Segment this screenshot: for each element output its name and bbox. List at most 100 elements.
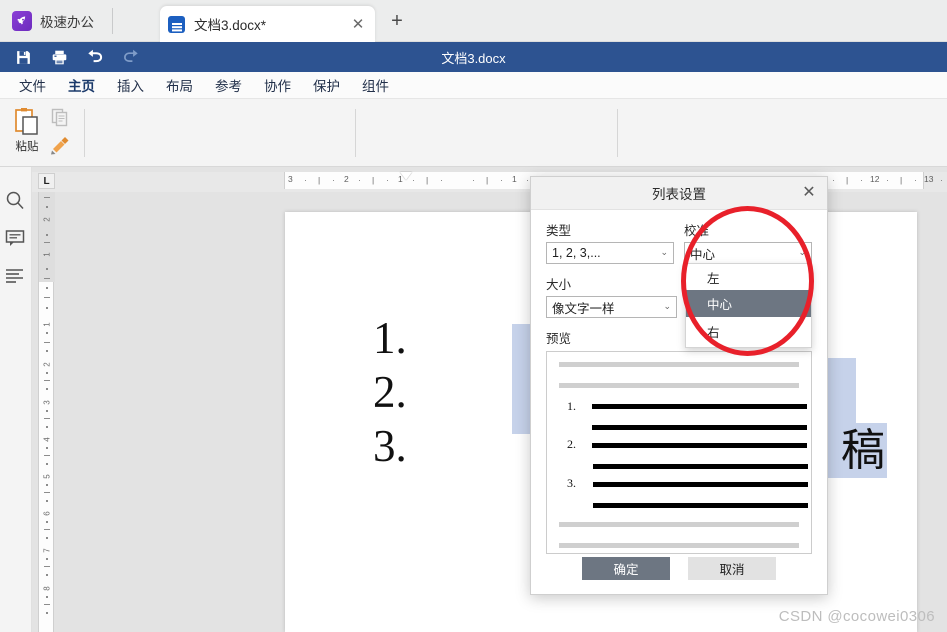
paste-button[interactable]: 粘贴 (8, 105, 46, 161)
menu-item-reference[interactable]: 参考 (204, 72, 253, 98)
document-tab-title: 文档3.docx* (194, 18, 267, 33)
cancel-button[interactable]: 取消 (688, 557, 776, 580)
selected-character[interactable]: 稿 (828, 423, 887, 478)
size-select[interactable]: 像文字一样 ⌄ (546, 296, 677, 318)
vruler-label-1b: 1 (42, 322, 52, 327)
preview-number-1: 1. (567, 399, 576, 413)
list-preview: 1. 2. 3. (546, 351, 812, 554)
ribbon-separator-1 (84, 109, 85, 157)
format-painter-button[interactable] (50, 135, 76, 159)
menu-item-insert[interactable]: 插入 (106, 72, 155, 98)
align-dropdown-list[interactable]: 左 中心 右 (685, 263, 812, 348)
vertical-ruler[interactable]: 2 1 1 2 3 4 5 6 7 8 (38, 192, 55, 632)
close-icon[interactable]: ✕ (799, 183, 819, 203)
chevron-down-icon: ⌄ (660, 247, 668, 257)
paste-icon (14, 107, 40, 137)
vruler-label-6: 6 (42, 511, 52, 516)
preview-number-2: 2. (567, 437, 576, 451)
outline-icon[interactable] (5, 266, 27, 288)
brand-label: 极速办公 (40, 15, 94, 30)
dialog-row-type-align: 类型 1, 2, 3,... ⌄ 校准 中心 ⌄ (546, 220, 812, 264)
ruler-label-2L: 2 (344, 174, 349, 184)
ribbon-separator-4 (355, 109, 356, 157)
tabstrip-divider (112, 8, 113, 34)
tab-stop-selector[interactable]: L (38, 173, 55, 189)
vruler-label-2: 2 (42, 217, 52, 222)
align-option-left[interactable]: 左 (686, 264, 811, 290)
ruler-label-13: 13 (924, 174, 934, 184)
brand-area: 极速办公 (12, 10, 94, 32)
first-line-indent-marker[interactable] (400, 172, 412, 180)
document-tab[interactable]: 文档3.docx* ✕ (160, 6, 375, 42)
chevron-down-icon: ⌄ (798, 247, 806, 257)
dialog-title: 列表设置 (652, 187, 706, 202)
menu-item-collab[interactable]: 协作 (253, 72, 302, 98)
vruler-label-2b: 2 (42, 362, 52, 367)
preview-black-line (593, 503, 808, 508)
print-icon[interactable] (42, 43, 76, 71)
left-tool-rail (0, 167, 32, 632)
preview-grey-line (559, 522, 799, 527)
vruler-label-5: 5 (42, 474, 52, 479)
size-value: 像文字一样 (552, 301, 615, 316)
align-value: 中心 (690, 247, 716, 262)
ribbon-separator-7 (617, 109, 618, 157)
type-select[interactable]: 1, 2, 3,... ⌄ (546, 242, 674, 264)
vruler-label-1: 1 (42, 252, 52, 257)
dialog-header: 列表设置 ✕ (531, 177, 827, 210)
preview-group: 预览 1. 2. 3. (546, 328, 812, 554)
type-value: 1, 2, 3,... (552, 246, 601, 260)
paste-label: 粘贴 (15, 141, 39, 153)
align-option-right[interactable]: 右 (686, 317, 811, 345)
menu-item-component[interactable]: 组件 (351, 72, 400, 98)
dialog-footer: 确定 取消 (531, 557, 827, 580)
list-number-1: 1. (373, 313, 407, 363)
list-number-3: 3. (373, 421, 407, 471)
preview-grey-line (559, 383, 799, 388)
new-tab-button[interactable]: + (385, 10, 409, 34)
vruler-label-3: 3 (42, 400, 52, 405)
menu-bar: 文件 主页 插入 布局 参考 协作 保护 组件 (0, 72, 947, 103)
close-icon[interactable]: ✕ (349, 15, 367, 33)
selection-block-upper[interactable] (828, 358, 856, 423)
menu-item-protect[interactable]: 保护 (302, 72, 351, 98)
align-field-group: 校准 中心 ⌄ (684, 220, 812, 264)
chevron-down-icon: ⌄ (663, 301, 671, 311)
document-icon (168, 15, 185, 33)
type-label: 类型 (546, 224, 572, 238)
preview-grey-line (559, 543, 799, 548)
align-option-center[interactable]: 中心 (686, 290, 811, 317)
quick-access-toolbar (6, 43, 148, 71)
search-icon[interactable] (5, 190, 27, 212)
preview-black-line (592, 404, 807, 409)
comment-icon[interactable] (5, 228, 27, 250)
preview-black-line (593, 482, 808, 487)
ruler-label-12: 12 (870, 174, 880, 184)
vruler-label-7: 7 (42, 548, 52, 553)
preview-black-line (592, 425, 807, 430)
ok-button[interactable]: 确定 (582, 557, 670, 580)
preview-black-line (592, 443, 807, 448)
preview-number-3: 3. (567, 476, 576, 490)
menu-item-layout[interactable]: 布局 (155, 72, 204, 98)
list-settings-dialog: 列表设置 ✕ 类型 1, 2, 3,... ⌄ 校准 中心 ⌄ 大小 像文字一样… (530, 176, 828, 595)
watermark-text: CSDN @cocowei0306 (778, 608, 935, 625)
title-bar: 文档3.docx (0, 42, 947, 72)
browser-tab-strip: 极速办公 文档3.docx* ✕ + (0, 0, 947, 42)
ruler-label-1R: 1 (512, 174, 517, 184)
menu-item-home[interactable]: 主页 (57, 72, 106, 103)
save-icon[interactable] (6, 43, 40, 71)
copy-button[interactable] (50, 107, 76, 131)
ribbon-toolbar: 粘贴 宋体 ⌄ 小初 ⌄ A^ (0, 99, 947, 259)
redo-icon[interactable] (114, 43, 148, 71)
rocket-icon (12, 11, 32, 31)
office-app-window: 极速办公 文档3.docx* ✕ + 文档3.docx 文件 主页 插入 布局 … (0, 0, 947, 632)
undo-icon[interactable] (78, 43, 112, 71)
menu-item-file[interactable]: 文件 (8, 72, 57, 98)
vruler-label-8: 8 (42, 586, 52, 591)
dialog-body: 类型 1, 2, 3,... ⌄ 校准 中心 ⌄ 大小 像文字一样 ⌄ 预览 1… (531, 210, 827, 554)
ruler-label-3L: 3 (288, 174, 293, 184)
list-number-2: 2. (373, 367, 407, 417)
type-field-group: 类型 1, 2, 3,... ⌄ (546, 220, 674, 264)
align-select[interactable]: 中心 ⌄ (684, 242, 812, 264)
